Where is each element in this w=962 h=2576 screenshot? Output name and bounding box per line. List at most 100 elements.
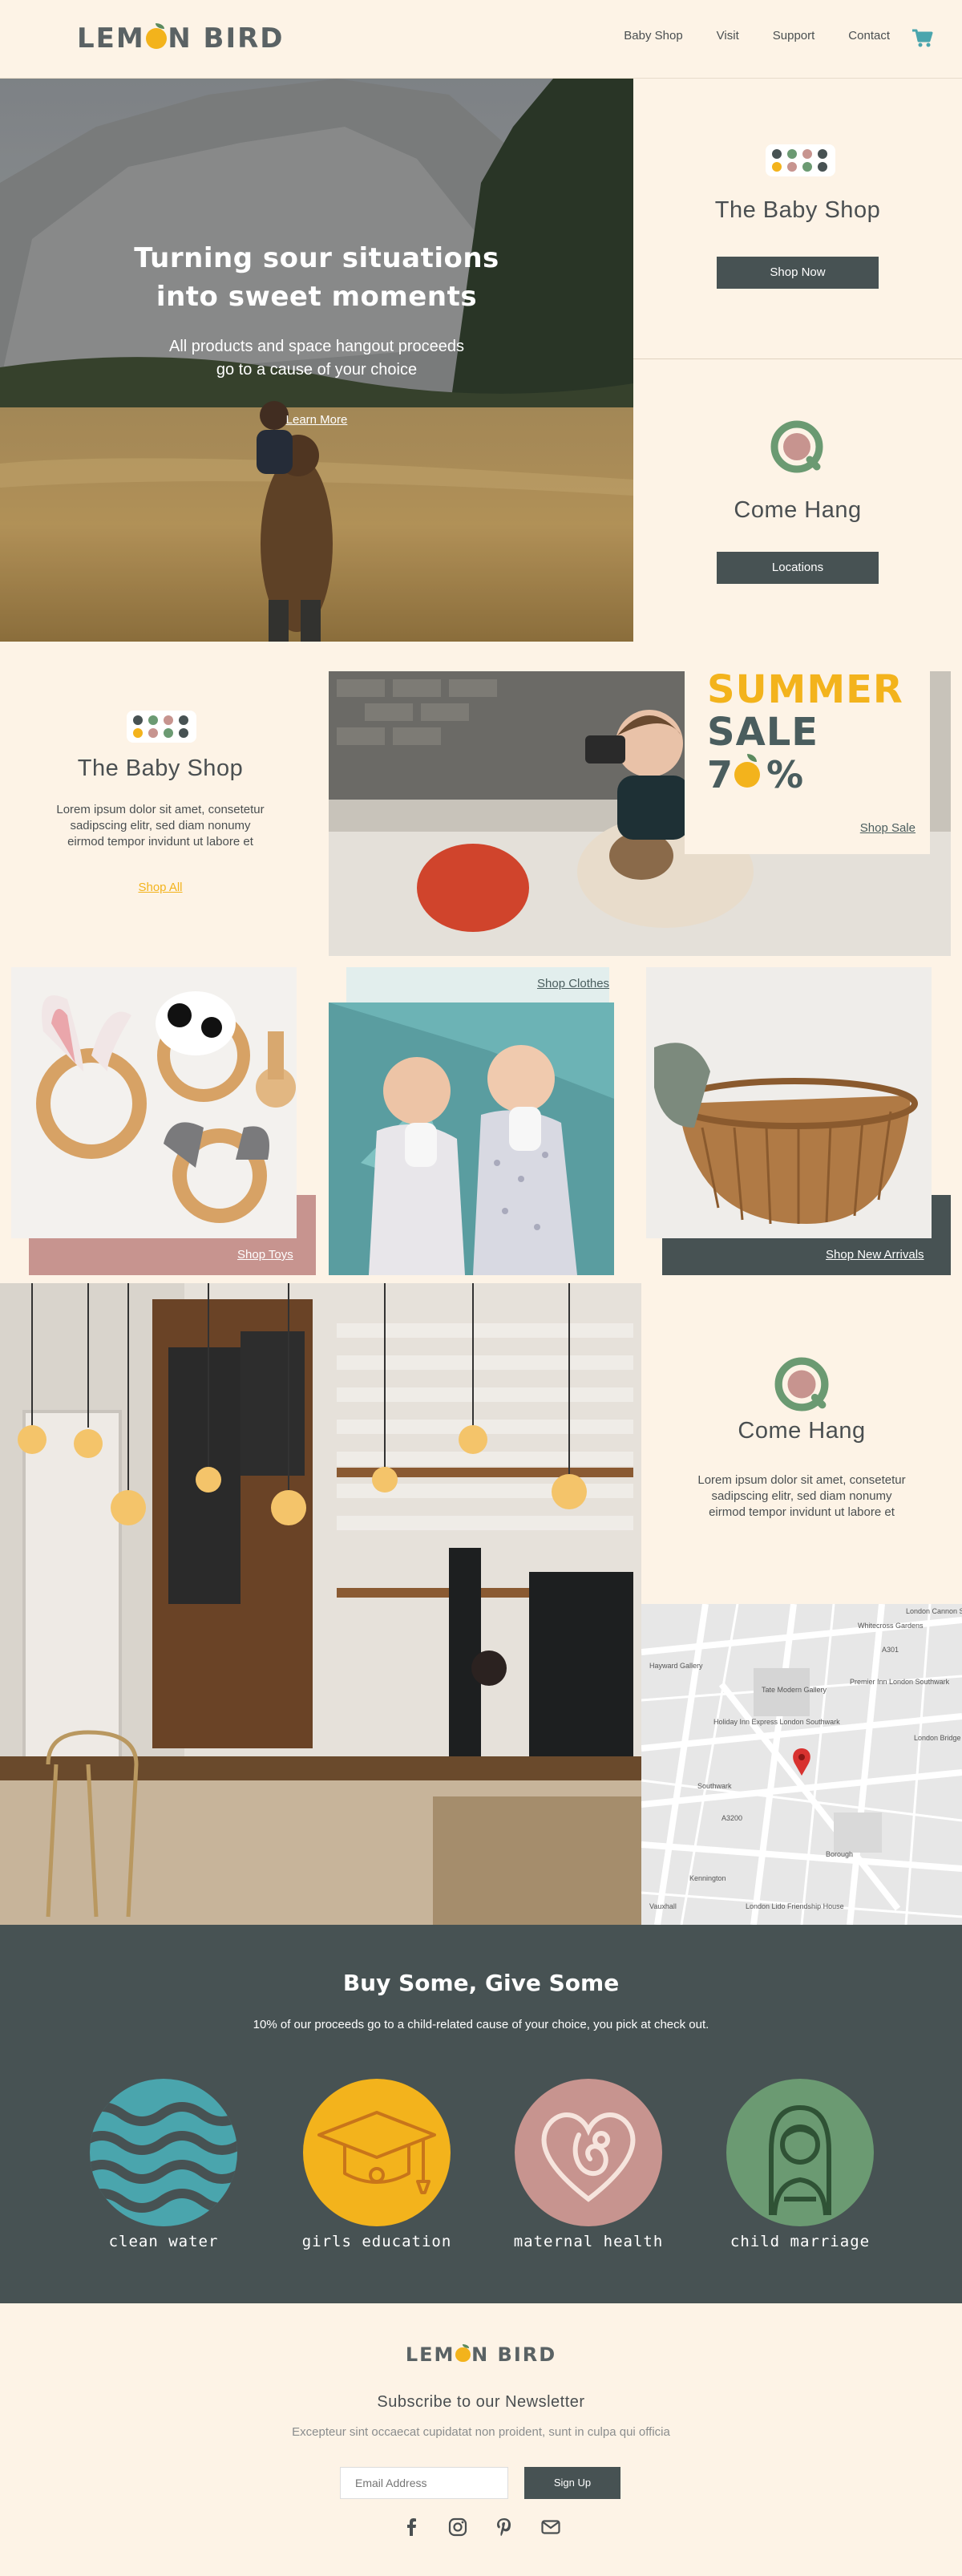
newsletter-text: Excepteur sint occaecat cupidatat non pr… bbox=[292, 2425, 670, 2439]
brand-logo[interactable]: LEM N BIRD bbox=[77, 22, 285, 55]
nav-item-contact[interactable]: Contact bbox=[848, 29, 890, 43]
hang-text-line2: sadipscing elitr, sed diam nonumy bbox=[711, 1489, 892, 1503]
hang-text-line3: eirmod tempor invidunt ut labore et bbox=[709, 1505, 895, 1519]
learn-more-link[interactable]: Learn More bbox=[0, 413, 633, 427]
footer-lemon-o-icon bbox=[455, 2343, 471, 2363]
map-label-2: Tate Modern Gallery bbox=[762, 1686, 827, 1694]
sale-percent-sign: % bbox=[766, 753, 804, 796]
map-label-5: Holiday Inn Express London Southwark bbox=[713, 1718, 840, 1726]
map-label-9: Borough bbox=[826, 1850, 853, 1858]
hang-text-line1: Lorem ipsum dolor sit amet, consetetur bbox=[697, 1473, 906, 1487]
shop-toys-link[interactable]: Shop Toys bbox=[237, 1248, 293, 1262]
summer-sale-card: SUMMER SALE 7 % Shop Sale bbox=[685, 651, 930, 854]
footer-logo[interactable]: LEM N BIRD bbox=[0, 2343, 962, 2366]
come-hang-block-title: Come Hang bbox=[738, 1418, 866, 1444]
email-input[interactable] bbox=[340, 2467, 508, 2499]
pacifier-dots-icon-2 bbox=[127, 711, 196, 743]
site-header: LEM N BIRD Baby Shop Visit Support Contac… bbox=[0, 0, 962, 79]
brand-name-part-b: N BIRD bbox=[168, 22, 285, 55]
baby-shop-block-text: Lorem ipsum dolor sit amet, consetetur s… bbox=[0, 802, 321, 850]
instagram-icon[interactable] bbox=[447, 2517, 468, 2538]
new-arrivals-photo bbox=[646, 967, 932, 1238]
cause-girls-education[interactable] bbox=[303, 2079, 451, 2226]
sign-up-button[interactable]: Sign Up bbox=[524, 2467, 620, 2499]
cause-child-marriage[interactable] bbox=[726, 2079, 874, 2226]
cafe-photo bbox=[0, 1283, 641, 1925]
causes-subtitle: 10% of our proceeds go to a child-relate… bbox=[253, 2018, 709, 2031]
twin-babies-photo bbox=[329, 1002, 614, 1275]
bride-icon bbox=[769, 2105, 831, 2216]
map-label-13: A301 bbox=[882, 1646, 899, 1654]
map-label-11: London Lido Friendship House bbox=[746, 1902, 844, 1910]
hero-subtitle-line1: All products and space hangout proceeds bbox=[168, 338, 465, 355]
nav-item-visit[interactable]: Visit bbox=[717, 29, 739, 43]
map-label-4: London Bridge bbox=[914, 1734, 961, 1742]
street-map: Whitecross Gardens London Cannon Street … bbox=[641, 1604, 962, 1925]
magnifier-icon-2 bbox=[774, 1357, 829, 1412]
footer-brand-part-b: N BIRD bbox=[471, 2343, 557, 2366]
map-label-0: Whitecross Gardens bbox=[858, 1622, 924, 1630]
sale-digit: 7 bbox=[707, 753, 734, 796]
map-label-10: Kennington bbox=[689, 1874, 726, 1882]
hero-subtitle: All products and space hangout proceeds … bbox=[0, 335, 633, 382]
cause-label-clean-water: clean water bbox=[108, 2233, 219, 2250]
shopping-cart-icon[interactable] bbox=[911, 27, 933, 50]
cause-label-maternal-health: maternal health bbox=[513, 2233, 664, 2250]
cause-maternal-health[interactable] bbox=[515, 2079, 662, 2226]
bassinet-photo bbox=[646, 967, 932, 1238]
come-hang-panel: Come Hang Locations bbox=[633, 359, 962, 642]
water-waves-icon bbox=[90, 2102, 237, 2213]
map-label-7: Vauxhall bbox=[649, 1902, 677, 1910]
baby-shop-panel-title: The Baby Shop bbox=[714, 197, 881, 223]
sale-line2: SALE bbox=[707, 710, 819, 755]
sale-line1: SUMMER bbox=[707, 667, 903, 712]
baby-shop-block-title: The Baby Shop bbox=[77, 755, 244, 781]
come-hang-panel-title: Come Hang bbox=[734, 497, 862, 523]
nav-item-baby-shop[interactable]: Baby Shop bbox=[624, 29, 682, 43]
shop-all-link[interactable]: Shop All bbox=[0, 881, 321, 894]
causes-title: Buy Some, Give Some bbox=[342, 1970, 620, 1996]
hero-title: Turning sour situations into sweet momen… bbox=[0, 239, 633, 316]
footer: LEM N BIRD Subscribe to our Newsletter Ex… bbox=[0, 2303, 962, 2576]
lemon-o-icon bbox=[145, 23, 168, 50]
magnifier-icon bbox=[770, 420, 823, 473]
nav-item-support[interactable]: Support bbox=[773, 29, 815, 43]
map-label-1: London Cannon Street bbox=[906, 1607, 962, 1615]
toys-photo bbox=[11, 967, 297, 1238]
cause-clean-water[interactable] bbox=[90, 2079, 237, 2226]
hero-title-line2: into sweet moments bbox=[156, 281, 478, 313]
shop-now-button[interactable]: Shop Now bbox=[717, 257, 879, 289]
shop-clothes-link[interactable]: Shop Clothes bbox=[537, 977, 609, 990]
main-nav: Baby Shop Visit Support Contact bbox=[624, 29, 890, 43]
come-hang-block-text: Lorem ipsum dolor sit amet, consetetur s… bbox=[641, 1472, 962, 1521]
baby-shop-block: The Baby Shop Lorem ipsum dolor sit amet… bbox=[0, 642, 321, 962]
hero-title-line1: Turning sour situations bbox=[134, 242, 499, 274]
shop-sale-link[interactable]: Shop Sale bbox=[860, 821, 916, 835]
map-label-12: A3200 bbox=[722, 1814, 742, 1822]
newsletter-title: Subscribe to our Newsletter bbox=[377, 2393, 585, 2411]
social-links bbox=[0, 2517, 962, 2538]
hero-section: Turning sour situations into sweet momen… bbox=[0, 79, 633, 642]
map-label-8: Southwark bbox=[697, 1782, 732, 1790]
baby-text-line1: Lorem ipsum dolor sit amet, consetetur bbox=[56, 803, 265, 816]
locations-button[interactable]: Locations bbox=[717, 552, 879, 584]
baby-shop-panel: The Baby Shop Shop Now bbox=[633, 79, 962, 359]
sale-percent: 7 % bbox=[707, 754, 803, 796]
causes-section: Buy Some, Give Some 10% of our proceeds … bbox=[0, 1925, 962, 2303]
footer-brand-part-a: LEM bbox=[405, 2343, 455, 2366]
cause-label-child-marriage: child marriage bbox=[730, 2233, 871, 2250]
pregnant-heart-icon bbox=[541, 2112, 636, 2202]
facebook-icon[interactable] bbox=[401, 2517, 422, 2538]
graduation-cap-icon bbox=[317, 2111, 436, 2194]
hero-subtitle-line2: go to a cause of your choice bbox=[216, 361, 418, 379]
pinterest-icon[interactable] bbox=[494, 2517, 515, 2538]
map-label-6: Hayward Gallery bbox=[649, 1662, 703, 1670]
baby-text-line2: sadipscing elitr, sed diam nonumy bbox=[70, 819, 251, 832]
mail-icon[interactable] bbox=[540, 2517, 561, 2538]
coffee-shop-photo bbox=[0, 1283, 641, 1925]
map-label-3: Premier Inn London Southwark bbox=[850, 1678, 950, 1686]
pacifier-dots-icon bbox=[766, 144, 835, 176]
shop-new-arrivals-link[interactable]: Shop New Arrivals bbox=[826, 1248, 924, 1262]
come-hang-block: Come Hang Lorem ipsum dolor sit amet, co… bbox=[641, 1283, 962, 1604]
location-map[interactable]: Whitecross Gardens London Cannon Street … bbox=[641, 1604, 962, 1925]
